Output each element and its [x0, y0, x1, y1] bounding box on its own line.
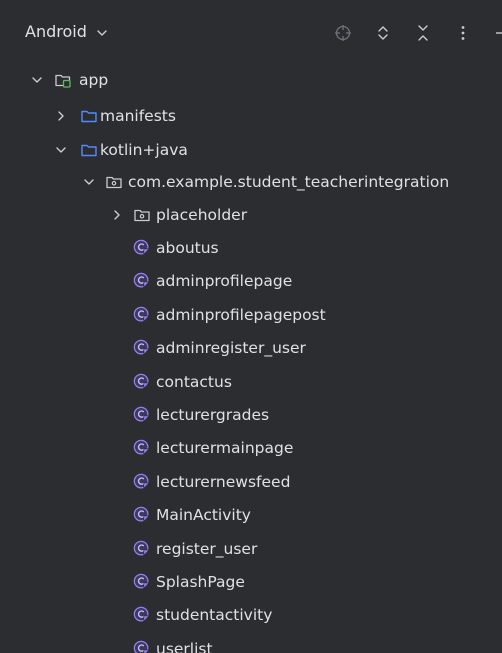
tree-node-class[interactable]: adminprofilepage	[0, 267, 502, 295]
tool-window-header: Android	[0, 0, 502, 66]
tree-node-class[interactable]: lecturergrades	[0, 401, 502, 429]
chevron-down-icon[interactable]	[30, 73, 44, 87]
folder-icon	[80, 107, 98, 125]
tree-node-label: com.example.student_teacherintegration	[128, 173, 450, 191]
tree-node-label: SplashPage	[156, 573, 245, 591]
tree-node-label: aboutus	[156, 239, 219, 257]
chevron-down-icon[interactable]	[54, 143, 68, 157]
tree-node-label: adminregister_user	[156, 339, 306, 357]
tree-node-label: register_user	[156, 540, 258, 558]
minimize-icon[interactable]	[494, 24, 502, 42]
tree-node-class[interactable]: adminregister_user	[0, 334, 502, 362]
chevron-down-icon[interactable]	[82, 175, 96, 189]
chevron-right-icon[interactable]	[110, 208, 124, 222]
tree-node-class[interactable]: MainActivity	[0, 501, 502, 529]
kotlin-class-icon	[133, 373, 151, 391]
locate-icon[interactable]	[334, 24, 352, 42]
tree-node-placeholder[interactable]: placeholder	[0, 201, 502, 229]
tree-node-class[interactable]: aboutus	[0, 234, 502, 262]
kotlin-class-icon	[133, 506, 151, 524]
module-folder-icon	[54, 71, 72, 89]
project-tool-window: Android app manifests kotlin+java com.ex…	[0, 0, 502, 653]
header-toolbar	[334, 24, 502, 42]
tree-node-label: app	[79, 71, 109, 89]
kotlin-class-icon	[133, 606, 151, 624]
chevron-right-icon[interactable]	[54, 109, 68, 123]
kotlin-class-icon	[133, 239, 151, 257]
kotlin-class-icon	[133, 339, 151, 357]
chevron-down-icon	[95, 25, 109, 39]
tree-node-app[interactable]: app	[0, 66, 502, 94]
tree-node-label: lecturernewsfeed	[156, 473, 291, 491]
kotlin-class-icon	[133, 406, 151, 424]
tree-node-class[interactable]: SplashPage	[0, 568, 502, 596]
tree-node-label: userlist	[156, 640, 213, 653]
tree-node-label: kotlin+java	[100, 141, 188, 159]
package-icon	[133, 206, 151, 224]
tree-node-label: studentactivity	[156, 606, 273, 624]
tree-node-label: lecturergrades	[156, 406, 270, 424]
tree-node-label: MainActivity	[156, 506, 251, 524]
tree-node-label: contactus	[156, 373, 232, 391]
tree-node-label: adminprofilepage	[156, 272, 293, 290]
kotlin-class-icon	[133, 306, 151, 324]
source-folder-icon	[80, 141, 98, 159]
tree-node-label: lecturermainpage	[156, 439, 294, 457]
collapse-all-icon[interactable]	[414, 24, 432, 42]
project-view-label: Android	[25, 22, 87, 41]
kotlin-class-icon	[133, 640, 151, 653]
tree-node-manifests[interactable]: manifests	[0, 102, 502, 130]
tree-node-class[interactable]: lecturernewsfeed	[0, 468, 502, 496]
tree-node-package[interactable]: com.example.student_teacherintegration	[0, 168, 502, 196]
tree-node-class[interactable]: adminprofilepagepost	[0, 301, 502, 329]
project-view-selector[interactable]: Android	[25, 22, 109, 41]
tree-node-class[interactable]: studentactivity	[0, 601, 502, 629]
expand-all-icon[interactable]	[374, 24, 392, 42]
tree-node-label: manifests	[100, 107, 176, 125]
tree-node-class[interactable]: register_user	[0, 535, 502, 563]
kotlin-class-icon	[133, 573, 151, 591]
more-options-icon[interactable]	[454, 24, 472, 42]
tree-node-class[interactable]: contactus	[0, 368, 502, 396]
kotlin-class-icon	[133, 473, 151, 491]
package-icon	[105, 173, 123, 191]
tree-node-class[interactable]: lecturermainpage	[0, 434, 502, 462]
kotlin-class-icon	[133, 439, 151, 457]
tree-node-class[interactable]: userlist	[0, 635, 502, 653]
tree-node-label: adminprofilepagepost	[156, 306, 326, 324]
kotlin-class-icon	[133, 540, 151, 558]
kotlin-class-icon	[133, 272, 151, 290]
tree-node-kotlin-java[interactable]: kotlin+java	[0, 136, 502, 164]
tree-node-label: placeholder	[156, 206, 248, 224]
